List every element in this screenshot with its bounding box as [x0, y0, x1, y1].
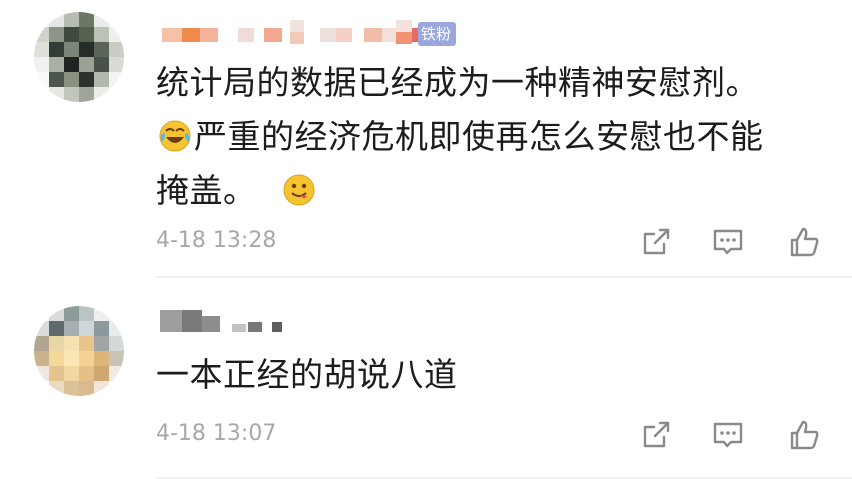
share-icon[interactable] — [636, 222, 676, 262]
share-icon[interactable] — [636, 415, 676, 455]
comment-text-line: 统计局的数据已经成为一种精神安慰剂。 — [156, 63, 759, 102]
laughing-crying-emoji — [159, 120, 191, 152]
comment-item: 铁粉 统计局的数据已经成为一种精神安慰剂。 严重的经济危机即使再怎么安慰也不能 … — [0, 0, 852, 278]
comment-text-line: 掩盖。 — [156, 164, 816, 218]
comment-text: 统计局的数据已经成为一种精神安慰剂。 严重的经济危机即使再怎么安慰也不能 掩盖。 — [156, 56, 816, 218]
comment-text-span: 掩盖。 — [156, 171, 257, 210]
thumbs-up-icon[interactable] — [784, 222, 824, 262]
comment-text-span: 严重的经济危机即使再怎么安慰也不能 — [194, 117, 764, 156]
avatar[interactable] — [34, 12, 124, 102]
comment-item: 一本正经的胡说八道 4-18 13:07 — [0, 278, 852, 479]
comment-actions — [636, 415, 826, 455]
comment-text: 一本正经的胡说八道 — [156, 355, 458, 394]
username-mosaic[interactable] — [160, 306, 320, 336]
thumbs-up-icon[interactable] — [784, 415, 824, 455]
fan-badge: 铁粉 — [418, 22, 457, 46]
comment-text-line: 严重的经济危机即使再怎么安慰也不能 — [156, 110, 816, 164]
avatar[interactable] — [34, 306, 124, 396]
comment-icon[interactable] — [708, 415, 748, 455]
comment-actions — [636, 222, 826, 262]
tongue-out-emoji — [283, 174, 314, 206]
username-mosaic[interactable] — [160, 18, 460, 48]
comment-time: 4-18 13:07 — [156, 421, 277, 446]
comment-time: 4-18 13:28 — [156, 228, 277, 253]
comment-icon[interactable] — [708, 222, 748, 262]
